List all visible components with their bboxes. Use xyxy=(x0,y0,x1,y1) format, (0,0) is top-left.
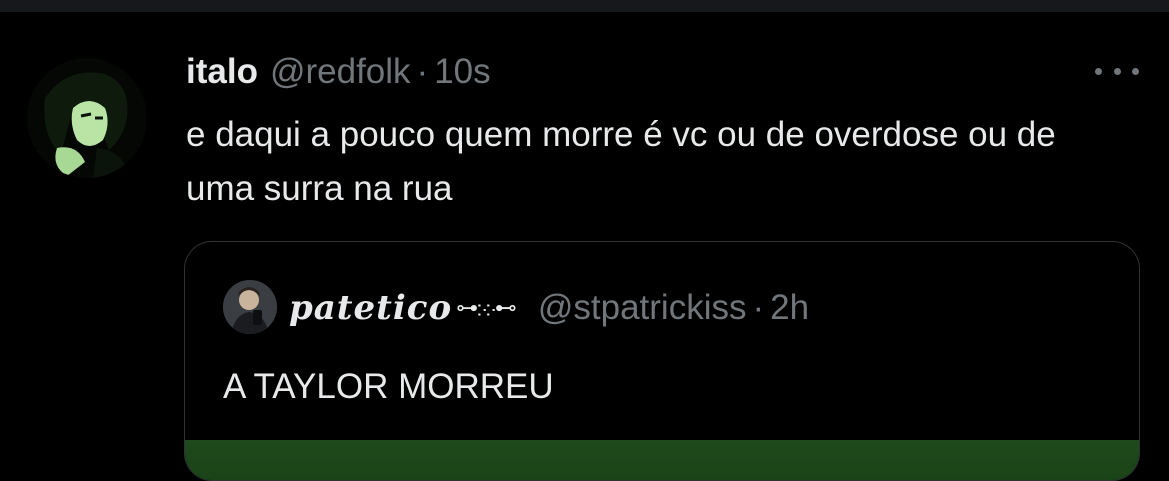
quoted-avatar-image xyxy=(223,280,277,334)
top-divider-strip xyxy=(0,0,1169,12)
separator-dot: · xyxy=(752,288,765,327)
quoted-tweet-timestamp[interactable]: 2h xyxy=(770,288,809,328)
separator-dot: · xyxy=(416,52,429,91)
more-dot xyxy=(1113,67,1121,75)
quoted-author-name-ornament: ⊶჻჻⊷ xyxy=(456,295,517,321)
quoted-tweet-media[interactable] xyxy=(185,440,1139,480)
quoted-tweet-header: patetico ⊶჻჻⊷ @stpatrickiss · 2h xyxy=(289,286,809,330)
more-dot xyxy=(1095,67,1102,75)
more-options-icon[interactable] xyxy=(1095,60,1139,82)
quoted-author-name[interactable]: patetico xyxy=(289,288,452,328)
quoted-tweet-text: A TAYLOR MORREU xyxy=(223,367,554,406)
quoted-author-handle[interactable]: @stpatrickiss xyxy=(538,288,747,328)
author-handle[interactable]: @redfolk xyxy=(270,52,411,92)
tweet-text: e daqui a pouco quem morre é vc ou de ov… xyxy=(186,115,1056,208)
quoted-author-avatar[interactable] xyxy=(223,280,277,334)
tweet-header: italo @redfolk · 10s xyxy=(186,48,491,96)
more-dot xyxy=(1132,67,1139,75)
tweet-timestamp[interactable]: 10s xyxy=(434,52,490,92)
quoted-tweet-card[interactable]: patetico ⊶჻჻⊷ @stpatrickiss · 2h A TAYLO… xyxy=(184,241,1140,481)
author-avatar[interactable] xyxy=(27,58,147,178)
author-name[interactable]: italo xyxy=(186,52,258,92)
avatar-image xyxy=(27,58,147,178)
